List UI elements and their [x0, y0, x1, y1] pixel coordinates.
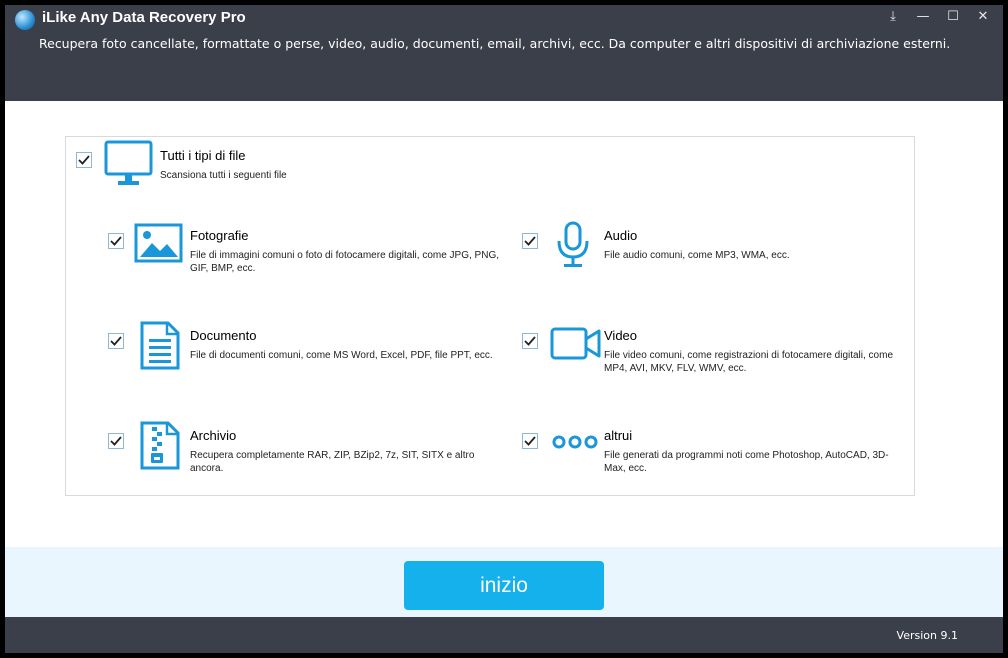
image-icon: [134, 223, 183, 263]
maximize-icon[interactable]: ☐: [938, 5, 968, 27]
all-types-checkbox[interactable]: [76, 152, 92, 168]
video-checkbox[interactable]: [522, 333, 538, 349]
photos-desc: File di immagini comuni o foto di fotoca…: [190, 250, 500, 274]
all-types-title: Tutti i tipi di file: [160, 148, 246, 163]
archive-desc: Recupera completamente RAR, ZIP, BZip2, …: [190, 450, 475, 474]
minimize-icon[interactable]: —: [908, 5, 938, 27]
download-icon[interactable]: ⤓: [878, 5, 908, 27]
photos-title: Fotografie: [190, 228, 249, 243]
file-types-panel: Tutti i tipi di file Scansiona tutti i s…: [65, 136, 915, 496]
window-controls: ⤓ — ☐ ✕: [878, 5, 998, 27]
start-button[interactable]: inizio: [404, 561, 604, 610]
archive-title: Archivio: [190, 428, 237, 443]
video-camera-icon: [550, 327, 601, 360]
document-title: Documento: [190, 328, 257, 343]
archive-checkbox[interactable]: [108, 433, 124, 449]
video-desc: File video comuni, come registrazioni di…: [604, 350, 894, 374]
document-desc: File di documenti comuni, come MS Word, …: [190, 350, 493, 361]
microphone-icon: [557, 221, 589, 267]
footer: Version 9.1: [5, 617, 1003, 653]
app-logo-icon: [15, 10, 35, 30]
video-title: Video: [604, 328, 638, 343]
header: iLike Any Data Recovery Pro Recupera fot…: [5, 5, 1003, 101]
other-title: altrui: [604, 428, 633, 443]
app-subtitle: Recupera foto cancellate, formattate o p…: [39, 36, 951, 51]
all-types-desc: Scansiona tutti i seguenti file: [160, 170, 287, 181]
other-desc: File generati da programmi noti come Pho…: [604, 450, 889, 474]
app-title: iLike Any Data Recovery Pro: [42, 9, 246, 26]
audio-desc: File audio comuni, come MP3, WMA, ecc.: [604, 250, 790, 261]
more-dots-icon: [552, 435, 598, 449]
close-icon[interactable]: ✕: [968, 5, 998, 27]
archive-zip-icon: [140, 421, 180, 470]
monitor-icon: [104, 140, 153, 185]
audio-checkbox[interactable]: [522, 233, 538, 249]
app-window: iLike Any Data Recovery Pro Recupera fot…: [0, 0, 1008, 658]
photos-checkbox[interactable]: [108, 233, 124, 249]
main-area: Tutti i tipi di file Scansiona tutti i s…: [5, 101, 1003, 547]
document-icon: [140, 321, 180, 370]
other-checkbox[interactable]: [522, 433, 538, 449]
version-label: Version 9.1: [896, 629, 958, 642]
document-checkbox[interactable]: [108, 333, 124, 349]
action-bar: inizio: [5, 547, 1003, 617]
audio-title: Audio: [604, 228, 638, 243]
